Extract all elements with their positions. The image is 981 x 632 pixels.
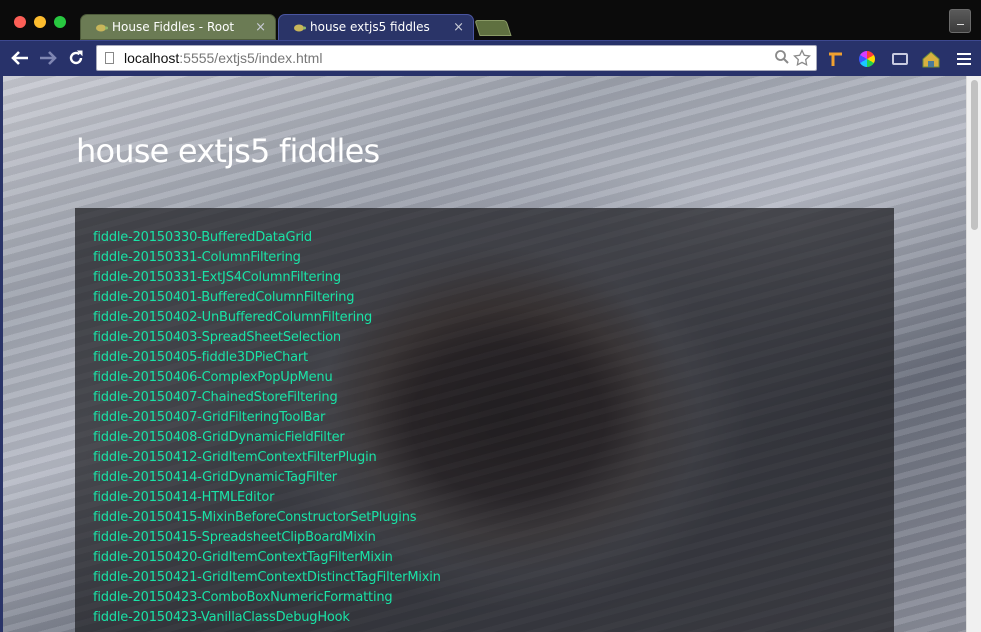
url-text[interactable]: localhost:5555/extjs5/index.html	[124, 50, 322, 66]
list-item: fiddle-20150407-ChainedStoreFiltering	[93, 388, 441, 408]
tab-title: house extjs5 fiddles	[310, 20, 430, 34]
list-item: fiddle-20150330-BufferedDataGrid	[93, 228, 441, 248]
window-maximize-button[interactable]	[54, 16, 66, 28]
list-item: fiddle-20150403-SpreadSheetSelection	[93, 328, 441, 348]
fiddle-link[interactable]: fiddle-20150401-BufferedColumnFiltering	[93, 290, 354, 305]
url-path: :5555/extjs5/index.html	[179, 50, 323, 66]
list-item: fiddle-20150420-GridItemContextTagFilter…	[93, 548, 441, 568]
tab-strip: House Fiddles - Root × house extjs5 fidd…	[0, 0, 981, 40]
fiddle-link[interactable]: fiddle-20150402-UnBufferedColumnFilterin…	[93, 310, 372, 325]
turtle-favicon-icon	[96, 24, 108, 31]
page-viewport: house extjs5 fiddles fiddle-20150330-Buf…	[3, 76, 966, 632]
fiddle-list-panel: fiddle-20150330-BufferedDataGrid fiddle-2…	[75, 208, 894, 632]
list-item: fiddle-20150412-GridItemContextFilterPlu…	[93, 448, 441, 468]
browser-toolbar: localhost:5555/extjs5/index.html	[0, 40, 981, 76]
fiddle-link[interactable]: fiddle-20150407-GridFilteringToolBar	[93, 410, 325, 425]
reload-button[interactable]	[65, 47, 87, 69]
list-item: fiddle-20150401-BufferedColumnFiltering	[93, 288, 441, 308]
list-item: fiddle-20150331-ColumnFiltering	[93, 248, 441, 268]
fiddle-link[interactable]: fiddle-20150331-ExtJS4ColumnFiltering	[93, 270, 341, 285]
color-wheel-extension-icon[interactable]	[857, 49, 877, 69]
fiddle-link[interactable]: fiddle-20150421-GridItemContextDistinctT…	[93, 570, 441, 585]
tab-house-fiddles-root[interactable]: House Fiddles - Root ×	[80, 14, 276, 40]
back-button[interactable]	[9, 47, 31, 69]
fiddle-link[interactable]: fiddle-20150407-ChainedStoreFiltering	[93, 390, 338, 405]
list-item: fiddle-20150423-VanillaClassDebugHook	[93, 608, 441, 628]
browser-window: House Fiddles - Root × house extjs5 fidd…	[0, 0, 981, 632]
list-item: fiddle-20150421-GridItemContextDistinctT…	[93, 568, 441, 588]
fiddle-link[interactable]: fiddle-20150414-HTMLEditor	[93, 490, 275, 505]
arrow-left-icon	[11, 51, 28, 65]
tab-house-extjs5-fiddles[interactable]: house extjs5 fiddles ×	[278, 14, 474, 40]
window-close-button[interactable]	[14, 16, 26, 28]
pickaxe-extension-icon[interactable]	[826, 49, 846, 69]
profile-button[interactable]	[949, 9, 971, 33]
list-item: fiddle-20150406-ComplexPopUpMenu	[93, 368, 441, 388]
turtle-favicon-icon	[294, 24, 306, 31]
scrollbar-thumb[interactable]	[971, 80, 978, 230]
list-item: fiddle-20150423-ComboBoxNumericFormattin…	[93, 588, 441, 608]
arrow-right-icon	[40, 51, 57, 65]
list-item: fiddle-20150408-GridDynamicFieldFilter	[93, 428, 441, 448]
url-host: localhost	[124, 50, 180, 66]
fiddle-link[interactable]: fiddle-20150420-GridItemContextTagFilter…	[93, 550, 393, 565]
fiddle-link[interactable]: fiddle-20150423-VanillaClassDebugHook	[93, 610, 350, 625]
page-icon	[105, 52, 114, 64]
fiddle-link[interactable]: fiddle-20150423-ComboBoxNumericFormattin…	[93, 590, 393, 605]
vertical-scrollbar[interactable]	[966, 76, 981, 632]
fiddle-link[interactable]: fiddle-20150405-fiddle3DPieChart	[93, 350, 308, 365]
address-bar[interactable]: localhost:5555/extjs5/index.html	[96, 45, 817, 71]
fiddle-link[interactable]: fiddle-20150414-GridDynamicTagFilter	[93, 470, 337, 485]
list-item: fiddle-20150414-HTMLEditor	[93, 488, 441, 508]
fiddle-link[interactable]: fiddle-20150408-GridDynamicFieldFilter	[93, 430, 345, 445]
list-item: fiddle-20150407-GridFilteringToolBar	[93, 408, 441, 428]
window-minimize-button[interactable]	[34, 16, 46, 28]
fiddle-link[interactable]: fiddle-20150403-SpreadSheetSelection	[93, 330, 341, 345]
list-item: fiddle-20150415-SpreadsheetClipBoardMixi…	[93, 528, 441, 548]
hamburger-menu-icon[interactable]	[954, 49, 974, 69]
fiddle-link[interactable]: fiddle-20150330-BufferedDataGrid	[93, 230, 312, 245]
list-item: fiddle-20150331-ExtJS4ColumnFiltering	[93, 268, 441, 288]
tab-close-icon[interactable]: ×	[453, 20, 464, 35]
list-item: fiddle-20150414-GridDynamicTagFilter	[93, 468, 441, 488]
fiddle-link[interactable]: fiddle-20150415-MixinBeforeConstructorSe…	[93, 510, 417, 525]
fiddle-link[interactable]: fiddle-20150412-GridItemContextFilterPlu…	[93, 450, 377, 465]
list-item: fiddle-20150405-fiddle3DPieChart	[93, 348, 441, 368]
magnifier-icon[interactable]	[772, 49, 792, 69]
tab-title: House Fiddles - Root	[112, 20, 235, 34]
fiddle-link[interactable]: fiddle-20150415-SpreadsheetClipBoardMixi…	[93, 530, 376, 545]
tab-close-icon[interactable]: ×	[255, 20, 266, 35]
house-extension-icon[interactable]	[921, 49, 941, 69]
list-item: fiddle-20150415-MixinBeforeConstructorSe…	[93, 508, 441, 528]
cast-icon[interactable]	[890, 49, 910, 69]
list-item: fiddle-20150402-UnBufferedColumnFilterin…	[93, 308, 441, 328]
forward-button[interactable]	[37, 47, 59, 69]
fiddle-link[interactable]: fiddle-20150406-ComplexPopUpMenu	[93, 370, 333, 385]
reload-icon	[69, 50, 83, 65]
new-tab-button[interactable]	[474, 20, 512, 36]
page-title: house extjs5 fiddles	[76, 132, 380, 170]
fiddle-link-list: fiddle-20150330-BufferedDataGrid fiddle-2…	[93, 228, 441, 628]
star-icon[interactable]	[792, 48, 812, 69]
fiddle-link[interactable]: fiddle-20150331-ColumnFiltering	[93, 250, 301, 265]
